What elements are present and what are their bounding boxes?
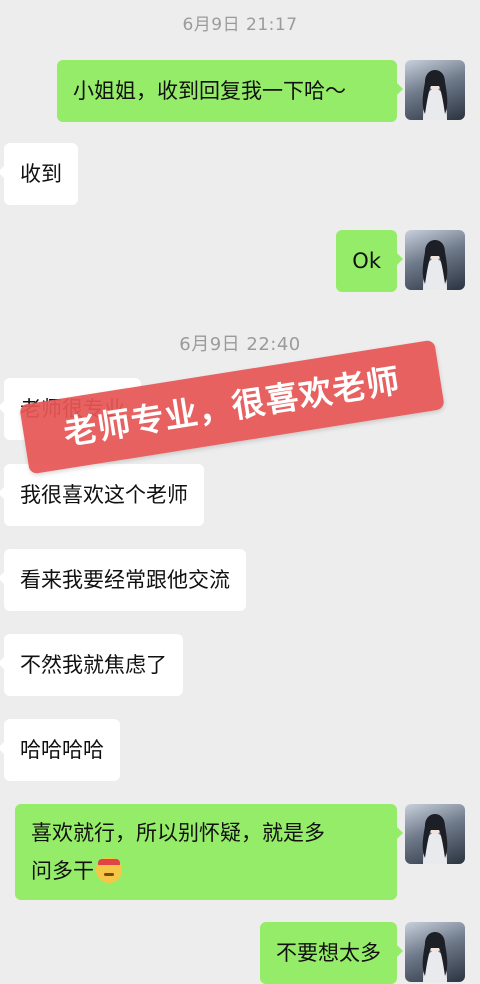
avatar-portrait-icon xyxy=(422,70,448,120)
timestamp: 6月9日 21:17 xyxy=(182,15,298,35)
promo-overlay-stamp: 老师专业，很喜欢老师 xyxy=(19,339,445,475)
received-message-bubble[interactable]: 看来我要经常跟他交流 xyxy=(0,549,246,611)
user-avatar[interactable] xyxy=(405,922,465,982)
avatar-portrait-icon xyxy=(422,932,448,982)
user-avatar[interactable] xyxy=(405,804,465,864)
shushing-face-emoji-icon xyxy=(96,857,122,883)
avatar-portrait-icon xyxy=(422,240,448,290)
sent-message-bubble[interactable]: 喜欢就行，所以别怀疑，就是多 问多干 xyxy=(15,804,403,900)
user-avatar[interactable] xyxy=(405,60,465,120)
received-message-bubble[interactable]: 不然我就焦虑了 xyxy=(0,634,183,696)
sent-message-bubble[interactable]: Ok xyxy=(336,230,403,292)
message-line: 喜欢就行，所以别怀疑，就是多 xyxy=(31,821,325,845)
sent-message-bubble[interactable]: 不要想太多 xyxy=(260,922,403,984)
received-message-bubble[interactable]: 哈哈哈哈 xyxy=(0,719,120,781)
received-message-bubble[interactable]: 收到 xyxy=(0,143,78,205)
avatar-portrait-icon xyxy=(422,814,448,864)
received-message-bubble[interactable]: 我很喜欢这个老师 xyxy=(0,464,204,526)
sent-message-bubble[interactable]: 小姐姐，收到回复我一下哈～ xyxy=(57,60,403,122)
user-avatar[interactable] xyxy=(405,230,465,290)
message-line: 问多干 xyxy=(31,859,94,883)
